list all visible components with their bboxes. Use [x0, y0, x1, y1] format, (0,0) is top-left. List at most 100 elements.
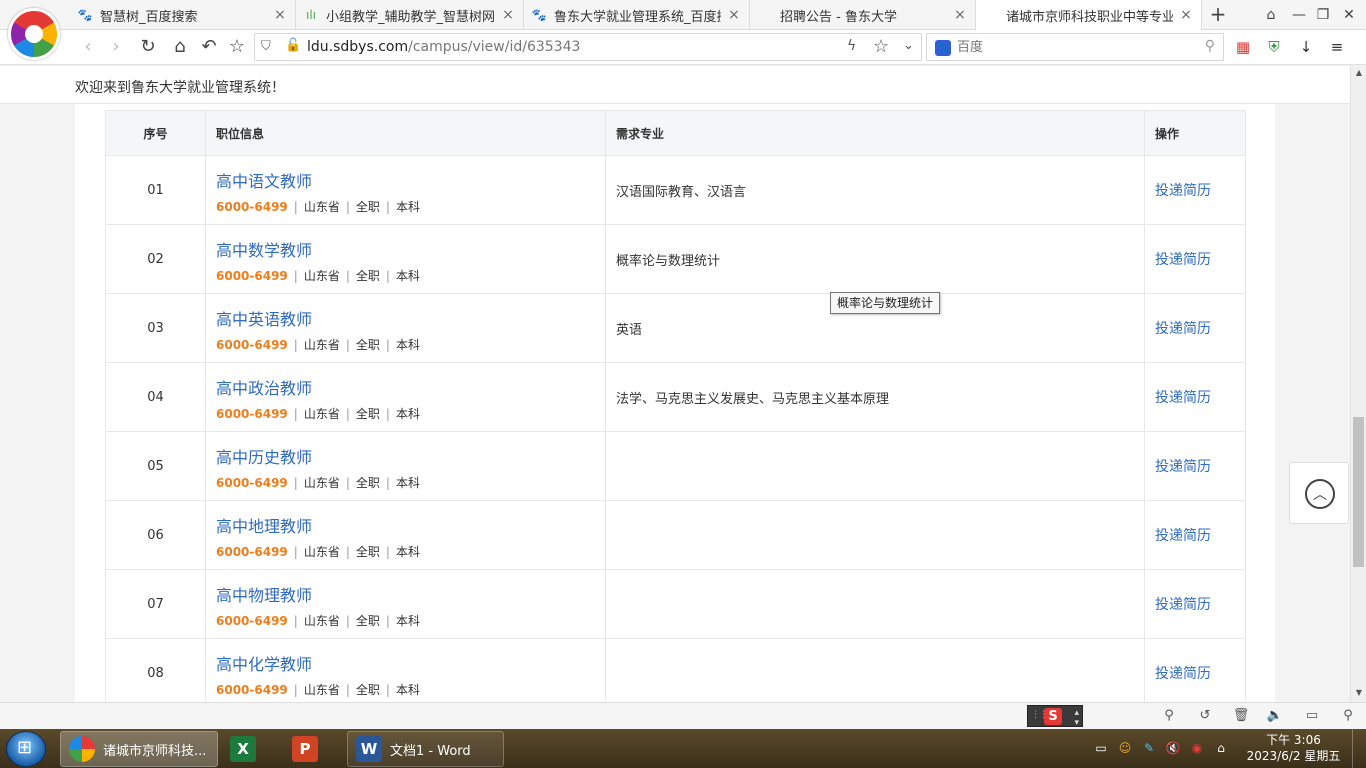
action-cell: 投递简历: [1144, 293, 1246, 363]
apps-grid-icon[interactable]: ▦: [1233, 37, 1253, 57]
search-icon[interactable]: ⚲: [1205, 38, 1215, 54]
close-icon[interactable]: ×: [273, 7, 287, 23]
job-title-link[interactable]: 高中地理教师: [216, 513, 605, 537]
close-icon[interactable]: ×: [953, 7, 967, 23]
content-panel: 序号 职位信息 需求专业 操作 01 高中语文教师 6000-6499 | 山东省 | 全职…: [75, 104, 1275, 702]
job-title-link[interactable]: 高中英语教师: [216, 306, 605, 330]
excel-icon: X: [230, 736, 256, 762]
apply-resume-link[interactable]: 投递简历: [1155, 252, 1211, 268]
system-clock[interactable]: 下午 3:06 2023/6/2 星期五: [1246, 732, 1341, 764]
search-input[interactable]: [957, 37, 1187, 57]
tab-zhihuishu-group[interactable]: ılı 小组教学_辅助教学_智慧树网 ×: [296, 0, 524, 30]
download-icon[interactable]: ↓: [1296, 37, 1316, 57]
divider: |: [293, 544, 298, 559]
apply-resume-link[interactable]: 投递简历: [1155, 459, 1211, 475]
menu-icon[interactable]: ≡: [1327, 37, 1347, 57]
minimize-icon[interactable]: —: [1288, 4, 1310, 26]
tab-baidu-zhihuishu[interactable]: 🐾 智慧树_百度搜索 ×: [70, 0, 296, 30]
url-host: ldu.sdbys.com: [307, 39, 409, 55]
scroll-thumb[interactable]: [1353, 417, 1364, 567]
taskbar-item-powerpoint[interactable]: P: [284, 731, 344, 767]
chevron-up-icon: ︿: [1305, 479, 1335, 509]
scroll-down-arrow[interactable]: ▼: [1351, 686, 1366, 700]
apply-resume-link[interactable]: 投递简历: [1155, 183, 1211, 199]
tray-window-icon[interactable]: ▭: [1093, 740, 1109, 756]
restore-icon[interactable]: ❐: [1312, 4, 1334, 26]
close-window-icon[interactable]: ✕: [1338, 4, 1360, 26]
sogou-ime-icon[interactable]: S: [1044, 708, 1062, 725]
job-title-link[interactable]: 高中物理教师: [216, 582, 605, 606]
job-title-link[interactable]: 高中政治教师: [216, 375, 605, 399]
zoom-icon[interactable]: ⚲: [1339, 707, 1357, 725]
job-title-link[interactable]: 高中语文教师: [216, 168, 605, 192]
close-icon[interactable]: ×: [501, 7, 515, 23]
tray-mute-icon[interactable]: 🔇: [1165, 740, 1181, 756]
vertical-scrollbar[interactable]: ▲ ▼: [1350, 66, 1366, 702]
start-button[interactable]: [6, 731, 46, 767]
tray-app-icon[interactable]: ☺: [1117, 740, 1133, 756]
major-cell: 概率论与数理统计: [605, 224, 1145, 294]
position-cell: 高中语文教师 6000-6499 | 山东省 | 全职 | 本科: [205, 155, 606, 225]
taskbar-item-browser[interactable]: 诸城市京师科技...: [60, 731, 218, 767]
tab-ldu-recruit[interactable]: 招聘公告 - 鲁东大学 ×: [750, 0, 976, 30]
trash-icon[interactable]: 🗑: [1232, 707, 1250, 725]
undo-close-icon[interactable]: ↶: [197, 35, 221, 59]
search-box: 🐾 ⚲: [926, 33, 1224, 61]
pin-icon[interactable]: ⚲: [1160, 707, 1178, 725]
new-tab-button[interactable]: +: [1206, 3, 1230, 27]
insecure-lock-icon[interactable]: 🔓: [285, 38, 301, 53]
job-meta: 6000-6499 | 山东省 | 全职 | 本科: [216, 198, 605, 215]
address-bar[interactable]: ⛉ 🔓 ldu.sdbys.com/campus/view/id/635343 …: [254, 33, 922, 61]
taskbar-item-word[interactable]: W 文档1 - Word: [347, 731, 504, 767]
job-title-link[interactable]: 高中历史教师: [216, 444, 605, 468]
shield-icon[interactable]: ⛉: [261, 39, 275, 55]
tray-network-icon[interactable]: ⌂: [1213, 740, 1229, 756]
refresh-circle-icon[interactable]: ↺: [1196, 707, 1214, 725]
apply-resume-link[interactable]: 投递简历: [1155, 321, 1211, 337]
apply-resume-link[interactable]: 投递简历: [1155, 528, 1211, 544]
apply-resume-link[interactable]: 投递简历: [1155, 666, 1211, 682]
ime-toolbar[interactable]: ⋮⋮ S ▴ ▾: [1027, 705, 1083, 728]
divider: |: [293, 199, 298, 214]
salary: 6000-6499: [216, 268, 288, 283]
apply-resume-link[interactable]: 投递简历: [1155, 597, 1211, 613]
tab-baidu-ldu[interactable]: 🐾 鲁东大学就业管理系统_百度搜索 ×: [524, 0, 750, 30]
forward-icon[interactable]: ›: [104, 35, 128, 59]
table-row: 06 高中地理教师 6000-6499 | 山东省 | 全职 | 本科 投递简历: [105, 500, 1246, 570]
apply-resume-link[interactable]: 投递简历: [1155, 390, 1211, 406]
job-meta: 6000-6499 | 山东省 | 全职 | 本科: [216, 267, 605, 284]
degree: 本科: [395, 199, 420, 214]
skin-icon[interactable]: ⌂: [1260, 4, 1282, 26]
home-icon[interactable]: ⌂: [168, 35, 192, 59]
job-title-link[interactable]: 高中数学教师: [216, 237, 605, 261]
divider: |: [385, 199, 390, 214]
browser-status-bar: ⋮⋮ S ▴ ▾ ⚲ ↺ 🗑 🔈 ▭ ⚲: [0, 702, 1366, 729]
job-type: 全职: [355, 406, 380, 421]
browser-logo[interactable]: [8, 8, 60, 60]
chevron-down-icon[interactable]: ⌄: [903, 38, 914, 53]
job-title-link[interactable]: 高中化学教师: [216, 651, 605, 675]
tab-zhucheng-school[interactable]: 诸城市京师科技职业中等专业学 ×: [976, 0, 1202, 31]
url-text[interactable]: ldu.sdbys.com/campus/view/id/635343: [307, 39, 580, 55]
ime-menu-icon[interactable]: ▴ ▾: [1074, 708, 1079, 728]
location: 山东省: [303, 682, 340, 697]
back-to-top-button[interactable]: ︿: [1289, 462, 1349, 524]
volume-icon[interactable]: 🔈: [1266, 707, 1284, 725]
tray-security-icon[interactable]: ◉: [1189, 740, 1205, 756]
position-cell: 高中数学教师 6000-6499 | 山东省 | 全职 | 本科: [205, 224, 606, 294]
tray-ime-icon[interactable]: ✎: [1141, 740, 1157, 756]
back-icon[interactable]: ‹: [76, 35, 100, 59]
reload-icon[interactable]: ↻: [136, 35, 160, 59]
window-icon[interactable]: ▭: [1303, 707, 1321, 725]
security-shield-icon[interactable]: ⛨: [1264, 37, 1284, 57]
scroll-up-arrow[interactable]: ▲: [1351, 66, 1366, 80]
favorite-icon[interactable]: ☆: [225, 35, 249, 59]
taskbar-item-excel[interactable]: X: [222, 731, 282, 767]
close-icon[interactable]: ×: [727, 7, 741, 23]
row-number: 03: [105, 293, 206, 363]
job-type: 全职: [355, 199, 380, 214]
show-desktop-button[interactable]: [1352, 729, 1366, 768]
bookmark-star-icon[interactable]: ☆: [873, 36, 889, 57]
speed-mode-icon[interactable]: ϟ: [847, 38, 856, 54]
close-icon[interactable]: ×: [1179, 7, 1193, 23]
